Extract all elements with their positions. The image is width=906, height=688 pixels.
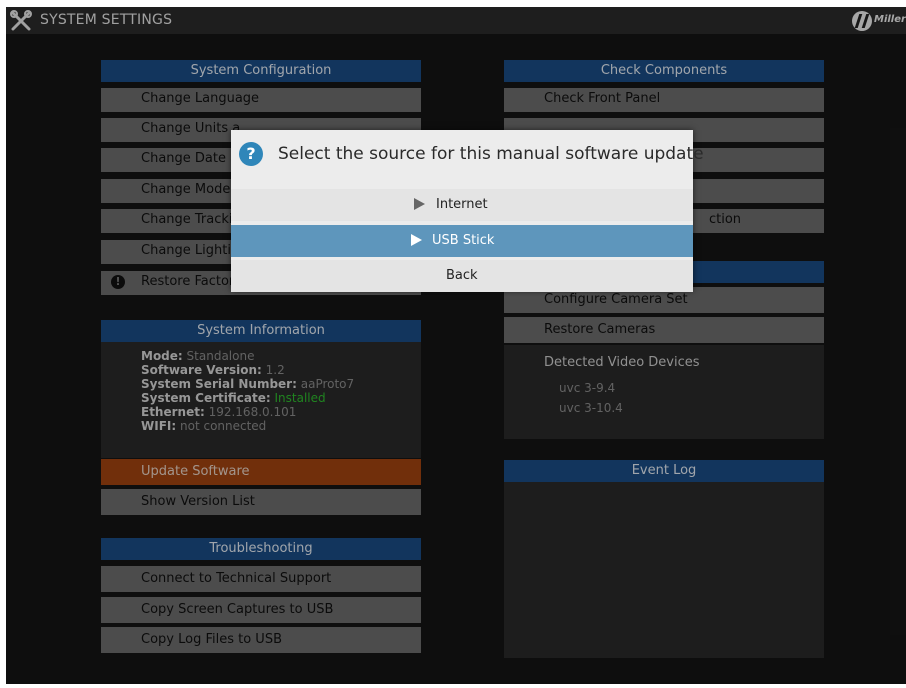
back-option-label: Back	[446, 268, 478, 283]
play-arrow-icon	[414, 198, 425, 210]
update-source-dialog: ? Select the source for this manual soft…	[231, 130, 704, 292]
question-icon: ?	[239, 142, 263, 166]
play-arrow-icon	[411, 234, 422, 246]
internet-option[interactable]: Internet	[231, 189, 693, 221]
dialog-question: Select the source for this manual softwa…	[278, 144, 704, 164]
internet-option-label: Internet	[436, 197, 488, 212]
settings-screen: SYSTEM SETTINGS Miller System Configurat…	[6, 7, 906, 684]
back-option[interactable]: Back	[231, 260, 693, 292]
usb-stick-option-label: USB Stick	[432, 233, 495, 248]
usb-stick-option[interactable]: USB Stick	[231, 225, 693, 257]
modal-overlay	[6, 7, 906, 684]
